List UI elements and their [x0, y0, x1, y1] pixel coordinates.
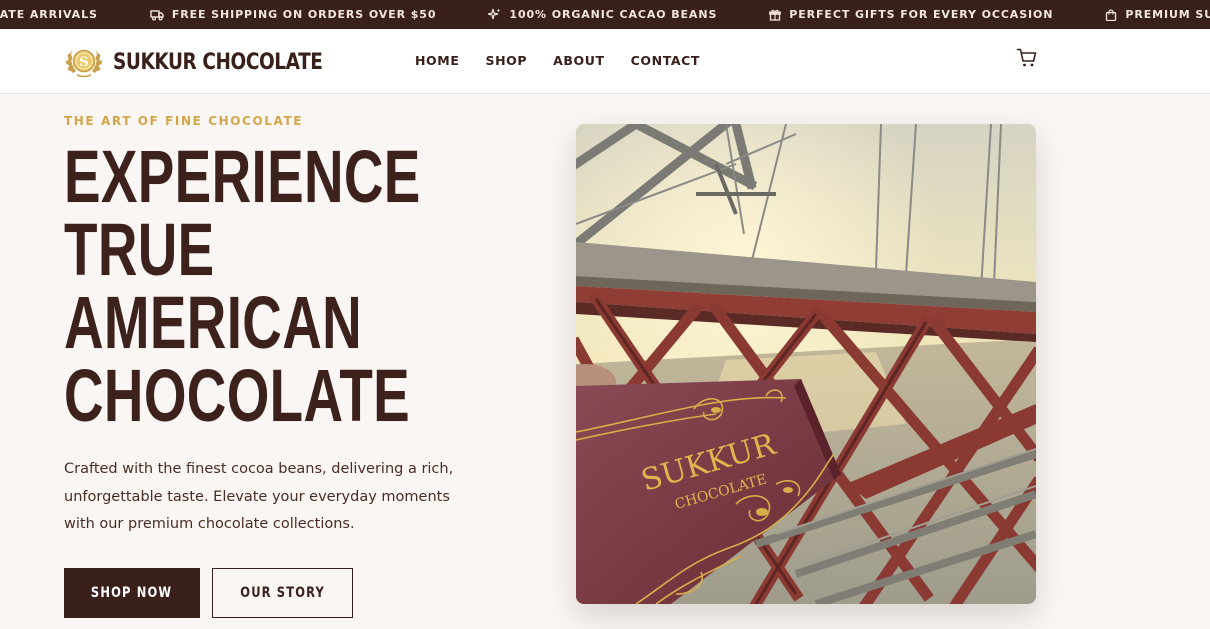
- announcement-text: PERFECT GIFTS FOR EVERY OCCASION: [789, 8, 1054, 21]
- headline-line: AMERICAN: [64, 281, 363, 364]
- hero-photo: SUKKUR CHOCOLATE: [576, 124, 1036, 604]
- announcement-text: PREMIUM SUKKUR CHOCOLATE: [1125, 8, 1210, 21]
- brand-name: SUKKUR CHOCOLATE: [113, 49, 323, 75]
- hero-description: Crafted with the finest cocoa beans, del…: [64, 461, 454, 532]
- announcement-track: NEW CHOCOLATE ARRIVALS FREE SHIPPING ON …: [0, 0, 1210, 29]
- our-story-button[interactable]: OUR STORY: [212, 568, 353, 618]
- site-header: S SUKKUR CHOCOLATE HOME SHOP ABOUT CONTA…: [0, 29, 1210, 94]
- headline-line: CHOCOLATE: [64, 354, 411, 437]
- shop-now-label: SHOP NOW: [91, 585, 173, 601]
- cart-icon[interactable]: [1016, 47, 1038, 69]
- logo-link[interactable]: S SUKKUR CHOCOLATE: [65, 45, 362, 79]
- truck-icon: [150, 9, 172, 21]
- gift-icon: [769, 9, 789, 21]
- announcement-item: FREE SHIPPING ON ORDERS OVER $50: [150, 8, 437, 21]
- headline-line: TRUE: [64, 208, 215, 291]
- laurel-logo-icon: S: [65, 45, 103, 79]
- shop-now-button[interactable]: SHOP NOW: [64, 568, 200, 618]
- bag-icon: [1105, 8, 1125, 21]
- hero-eyebrow: THE ART OF FINE CHOCOLATE: [64, 114, 304, 128]
- announcement-item: NEW CHOCOLATE ARRIVALS: [0, 8, 98, 21]
- announcement-text: NEW CHOCOLATE ARRIVALS: [0, 8, 98, 21]
- sparkle-icon: [488, 8, 509, 21]
- announcement-item: PERFECT GIFTS FOR EVERY OCCASION: [769, 8, 1053, 21]
- nav-shop[interactable]: SHOP: [485, 53, 527, 68]
- hero-headline: EXPERIENCE TRUE AMERICAN CHOCOLATE: [64, 135, 544, 437]
- headline-line: EXPERIENCE: [64, 135, 421, 218]
- announcement-bar: NEW CHOCOLATE ARRIVALS FREE SHIPPING ON …: [0, 0, 1210, 29]
- bridge-chocolate-photo: SUKKUR CHOCOLATE: [576, 124, 1036, 604]
- nav-home[interactable]: HOME: [415, 53, 459, 68]
- announcement-item: PREMIUM SUKKUR CHOCOLATE: [1105, 8, 1210, 21]
- announcement-text: FREE SHIPPING ON ORDERS OVER $50: [171, 8, 437, 21]
- announcement-text: 100% ORGANIC CACAO BEANS: [509, 8, 718, 21]
- main-nav: HOME SHOP ABOUT CONTACT: [415, 53, 726, 68]
- our-story-label: OUR STORY: [240, 585, 325, 601]
- nav-about[interactable]: ABOUT: [553, 53, 605, 68]
- logo-letter: S: [79, 55, 88, 70]
- announcement-item: 100% ORGANIC CACAO BEANS: [488, 8, 717, 21]
- nav-contact[interactable]: CONTACT: [631, 53, 700, 68]
